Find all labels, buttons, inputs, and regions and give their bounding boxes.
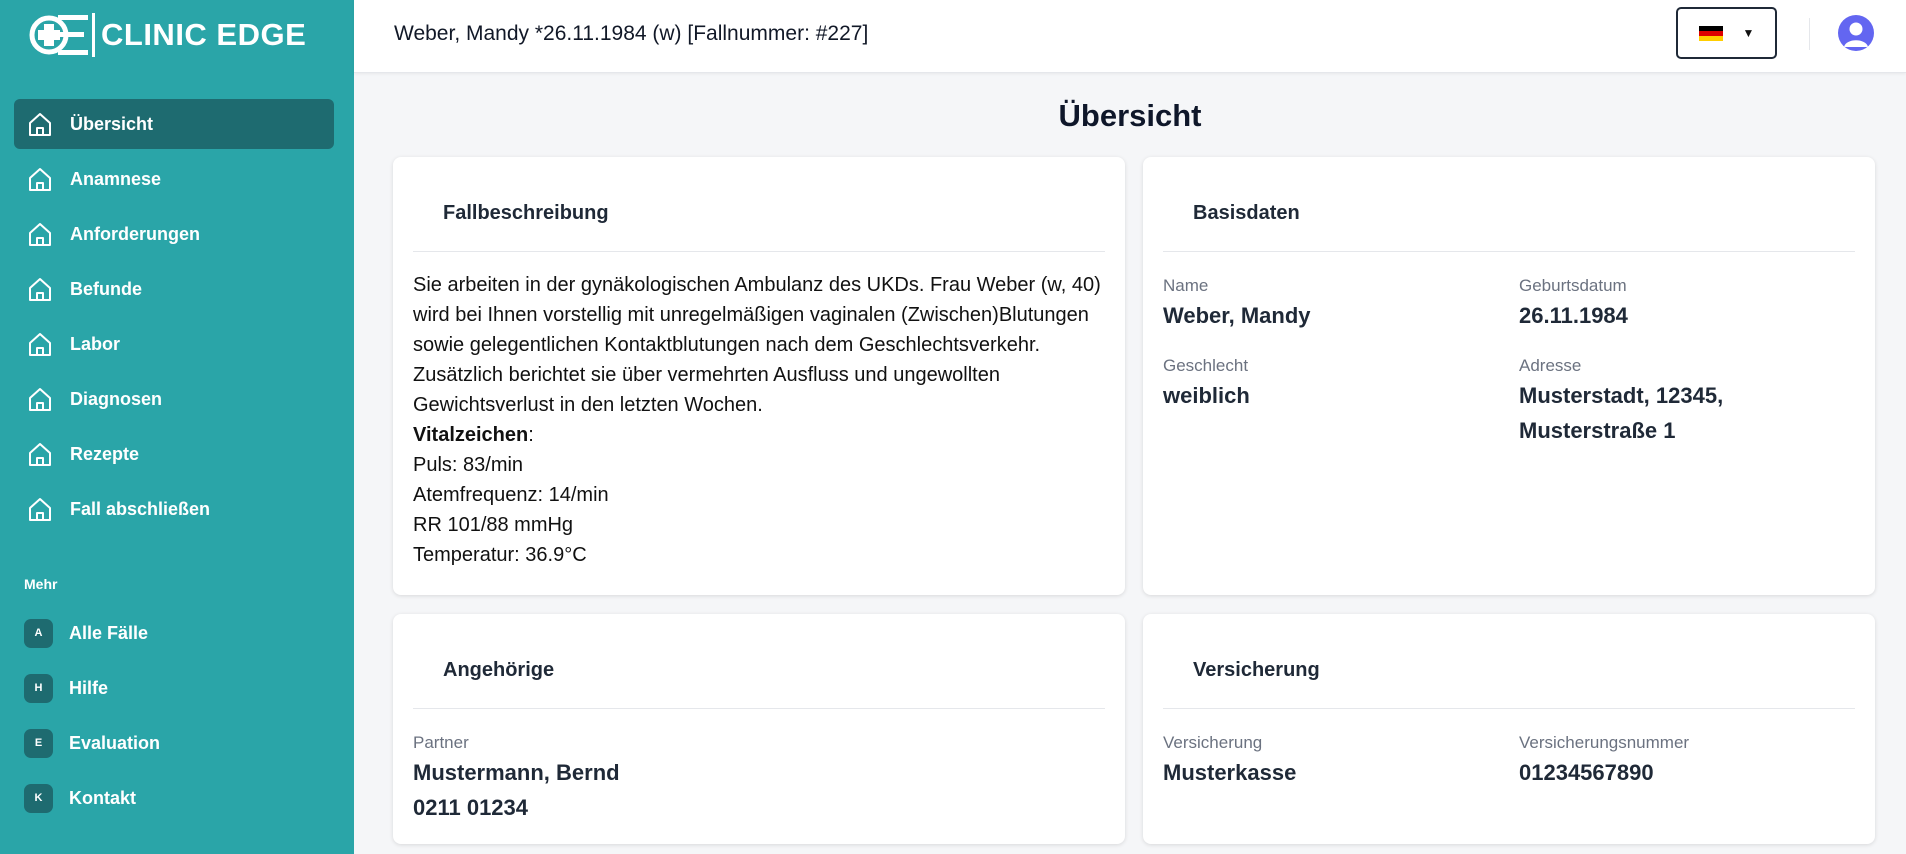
vital-pulse: Puls: 83/min: [413, 454, 524, 476]
fallbeschreibung-card: Fallbeschreibung Sie arbeiten in der gyn…: [393, 157, 1125, 595]
home-icon: [29, 278, 51, 301]
user-icon: [1844, 22, 1868, 47]
home-icon: [29, 388, 51, 411]
name-value: Weber, Mandy: [1163, 303, 1311, 328]
sidebar-item-label: Hilfe: [69, 677, 109, 698]
sidebar-item-uebersicht[interactable]: Übersicht: [14, 99, 334, 149]
sex-value: weiblich: [1163, 383, 1250, 408]
case-text: Sie arbeiten in der gynäkologischen Ambu…: [413, 274, 1101, 416]
sidebar: CLINIC EDGE Übersicht Anamnese Anforderu…: [0, 0, 354, 854]
address-line-2: Musterstraße 1: [1519, 418, 1676, 443]
home-icon: [29, 168, 51, 191]
insurance-number-label: Versicherungsnummer: [1519, 733, 1690, 752]
sidebar-item-label: Anforderungen: [70, 223, 200, 244]
sidebar-item-alle-faelle[interactable]: A Alle Fälle: [14, 608, 334, 658]
user-avatar[interactable]: [1838, 15, 1874, 51]
logo-icon: [29, 15, 88, 55]
sidebar-item-kontakt[interactable]: K Kontakt: [14, 773, 334, 823]
relative-name: Mustermann, Bernd: [413, 760, 620, 785]
app-logo[interactable]: CLINIC EDGE: [28, 12, 306, 58]
sidebar-item-rezepte[interactable]: Rezepte: [14, 429, 334, 479]
germany-flag-icon: [1698, 25, 1723, 41]
name-label: Name: [1163, 276, 1209, 295]
sidebar-item-label: Befunde: [70, 278, 142, 299]
card-divider: [1163, 708, 1855, 709]
home-icon: [29, 333, 51, 356]
address-value: Musterstadt, 12345, Musterstraße 1: [1519, 378, 1723, 448]
letter-badge: H: [24, 673, 53, 703]
relation-label: Partner: [413, 733, 469, 752]
home-icon: [29, 498, 51, 521]
sidebar-item-labor[interactable]: Labor: [14, 319, 334, 369]
address-label: Adresse: [1519, 356, 1582, 375]
card-divider: [413, 251, 1105, 252]
chevron-down-icon: ▼: [1742, 26, 1755, 40]
sidebar-item-label: Evaluation: [69, 732, 161, 753]
sidebar-item-hilfe[interactable]: H Hilfe: [14, 663, 334, 713]
card-divider: [413, 708, 1105, 709]
sidebar-item-label: Übersicht: [70, 113, 154, 134]
letter-badge: K: [24, 783, 53, 813]
sidebar-item-label: Kontakt: [69, 787, 136, 808]
insurer-label: Versicherung: [1163, 733, 1263, 752]
home-icon: [29, 443, 51, 466]
sidebar-item-evaluation[interactable]: E Evaluation: [14, 718, 334, 768]
more-nav: A Alle Fälle H Hilfe E Evaluation K Kont…: [14, 608, 334, 828]
case-description: Sie arbeiten in der gynäkologischen Ambu…: [413, 270, 1113, 570]
logo-divider: [92, 13, 95, 57]
sidebar-item-label: Alle Fälle: [69, 622, 149, 643]
sidebar-item-label: Labor: [70, 333, 121, 354]
header-divider: [1809, 18, 1810, 50]
birthdate-label: Geburtsdatum: [1519, 276, 1627, 295]
page-title: Übersicht: [1058, 98, 1202, 133]
patient-header: Weber, Mandy *26.11.1984 (w) [Fallnummer…: [394, 22, 869, 45]
relative-phone: 0211 01234: [413, 795, 529, 820]
logo-text: CLINIC EDGE: [101, 17, 307, 52]
birthdate-value: 26.11.1984: [1519, 303, 1628, 328]
home-icon: [29, 223, 51, 246]
more-section-label: Mehr: [24, 576, 58, 592]
top-header: Weber, Mandy *26.11.1984 (w) [Fallnummer…: [354, 0, 1906, 73]
card-title: Versicherung: [1193, 659, 1320, 681]
language-select[interactable]: ▼: [1676, 7, 1777, 59]
letter-badge: A: [24, 618, 53, 648]
sidebar-item-label: Fall abschließen: [70, 498, 211, 519]
sidebar-item-befunde[interactable]: Befunde: [14, 264, 334, 314]
sidebar-item-label: Anamnese: [70, 168, 162, 189]
card-divider: [1163, 251, 1855, 252]
letter-badge: E: [24, 728, 53, 758]
card-title: Basisdaten: [1193, 202, 1300, 224]
address-line-1: Musterstadt, 12345,: [1519, 383, 1724, 408]
sidebar-item-diagnosen[interactable]: Diagnosen: [14, 374, 334, 424]
insurance-number-value: 01234567890: [1519, 760, 1654, 785]
sidebar-item-fall-abschliessen[interactable]: Fall abschließen: [14, 484, 334, 534]
sidebar-item-label: Diagnosen: [70, 388, 163, 409]
sidebar-item-anforderungen[interactable]: Anforderungen: [14, 209, 334, 259]
angehoerige-card: Angehörige Partner Mustermann, Bernd 021…: [393, 614, 1125, 844]
main-nav: Übersicht Anamnese Anforderungen Befunde…: [14, 99, 334, 539]
vital-temperature: Temperatur: 36.9°C: [413, 544, 587, 566]
vitals-heading: Vitalzeichen:: [413, 424, 534, 446]
card-title: Fallbeschreibung: [443, 202, 609, 224]
versicherung-card: Versicherung Versicherung Musterkasse Ve…: [1143, 614, 1875, 844]
home-icon: [29, 113, 51, 136]
card-title: Angehörige: [443, 659, 555, 681]
basisdaten-card: Basisdaten Name Weber, Mandy Geburtsdatu…: [1143, 157, 1875, 595]
vital-respiration: Atemfrequenz: 14/min: [413, 484, 609, 506]
vital-blood-pressure: RR 101/88 mmHg: [413, 514, 574, 536]
sidebar-item-anamnese[interactable]: Anamnese: [14, 154, 334, 204]
sidebar-item-label: Rezepte: [70, 443, 140, 464]
insurer-value: Musterkasse: [1163, 760, 1297, 785]
sex-label: Geschlecht: [1163, 356, 1249, 375]
